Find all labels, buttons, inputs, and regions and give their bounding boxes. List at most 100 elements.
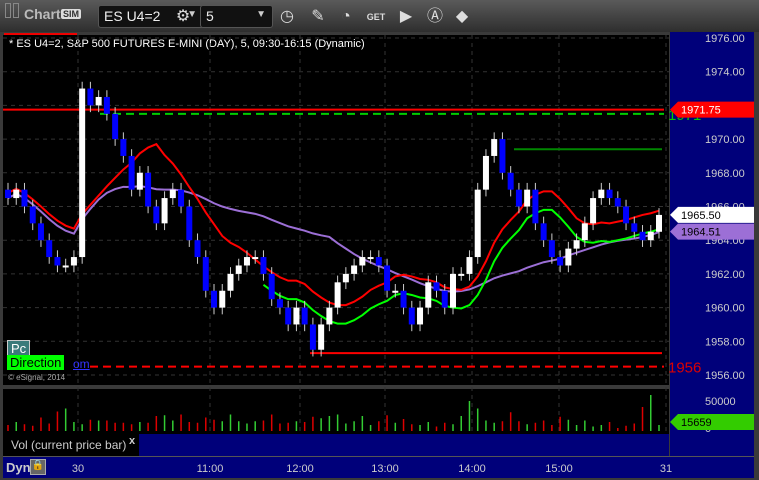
candle bbox=[145, 172, 152, 207]
candle bbox=[532, 189, 539, 224]
candle bbox=[400, 290, 407, 308]
candle bbox=[351, 265, 358, 274]
price-tag-volume: 15659 bbox=[681, 417, 712, 429]
candle bbox=[647, 231, 654, 241]
candle bbox=[276, 299, 283, 308]
candle bbox=[499, 139, 506, 173]
candle bbox=[417, 307, 424, 325]
candle bbox=[524, 189, 531, 207]
candle bbox=[334, 282, 341, 308]
candle bbox=[548, 240, 555, 258]
direction-button[interactable]: Direction bbox=[7, 355, 65, 370]
candle bbox=[95, 96, 102, 106]
y-tick-label: 1976.00 bbox=[705, 33, 745, 45]
candle bbox=[466, 257, 473, 274]
candle bbox=[392, 290, 399, 293]
candle bbox=[606, 189, 613, 199]
price-tag-ma: 1964.51 bbox=[681, 227, 721, 239]
price-tag-red: 1971.75 bbox=[681, 105, 721, 117]
candle bbox=[79, 88, 86, 258]
vol-tick-label: 50000 bbox=[705, 396, 736, 408]
candle bbox=[169, 189, 176, 199]
candle bbox=[656, 214, 662, 232]
candle bbox=[186, 206, 193, 241]
candle bbox=[227, 273, 234, 291]
candle bbox=[318, 324, 325, 350]
candle bbox=[301, 307, 308, 325]
candle bbox=[29, 206, 36, 224]
candle bbox=[153, 206, 160, 224]
candle bbox=[515, 189, 522, 207]
candle bbox=[37, 223, 44, 241]
candle bbox=[359, 257, 366, 266]
candle bbox=[326, 307, 333, 325]
candle bbox=[590, 198, 597, 224]
candle bbox=[565, 248, 572, 266]
candle bbox=[408, 307, 415, 325]
y-tick-label: 1956.00 bbox=[705, 370, 745, 382]
candle bbox=[491, 139, 498, 156]
candle bbox=[293, 307, 300, 325]
x-tick-label: 30 bbox=[72, 463, 84, 475]
candle bbox=[573, 240, 580, 249]
candle bbox=[70, 257, 77, 266]
candle bbox=[433, 282, 440, 291]
level-label-low: 1956 bbox=[668, 360, 701, 377]
candle bbox=[54, 257, 61, 266]
candle bbox=[103, 96, 110, 114]
candle bbox=[268, 273, 275, 300]
y-tick-label: 1974.00 bbox=[705, 67, 745, 79]
red-average-line bbox=[7, 142, 660, 307]
candle bbox=[219, 290, 226, 308]
candle bbox=[194, 240, 201, 258]
candle bbox=[13, 189, 20, 199]
candle bbox=[557, 257, 564, 266]
om-link[interactable]: om bbox=[73, 357, 90, 371]
candle bbox=[46, 240, 53, 258]
candle bbox=[540, 223, 547, 241]
green-average-line bbox=[262, 208, 660, 325]
candle bbox=[425, 282, 432, 308]
x-tick-label: 14:00 bbox=[458, 463, 486, 475]
x-tick-label: 11:00 bbox=[197, 463, 224, 475]
candle bbox=[211, 290, 218, 308]
candle bbox=[260, 257, 267, 274]
x-tick-label: 15:00 bbox=[545, 463, 573, 475]
price-tag-last: 1965.50 bbox=[681, 210, 721, 222]
candle bbox=[367, 257, 374, 260]
y-tick-label: 1958.00 bbox=[705, 336, 745, 348]
candle bbox=[252, 257, 259, 260]
chart-overlay: 1976.001974.001972.001970.001968.001966.… bbox=[3, 33, 754, 475]
y-tick-label: 1962.00 bbox=[705, 269, 745, 281]
candle bbox=[62, 265, 69, 268]
candle bbox=[161, 198, 168, 224]
x-tick-label: 12:00 bbox=[286, 463, 314, 475]
y-tick-label: 1970.00 bbox=[705, 134, 745, 146]
candle bbox=[623, 206, 630, 224]
candle bbox=[21, 189, 28, 207]
candle bbox=[285, 307, 292, 325]
candle bbox=[384, 265, 391, 291]
candle bbox=[449, 273, 456, 308]
candle bbox=[474, 189, 481, 258]
candle bbox=[87, 88, 94, 106]
moving-average-line bbox=[7, 185, 660, 293]
candle bbox=[458, 273, 465, 276]
candle bbox=[581, 223, 588, 241]
candle bbox=[507, 172, 514, 190]
candle bbox=[120, 139, 127, 156]
candle bbox=[128, 155, 135, 190]
y-tick-label: 1960.00 bbox=[705, 303, 745, 315]
candle bbox=[5, 189, 11, 199]
candle bbox=[178, 189, 185, 207]
y-tick-label: 1968.00 bbox=[705, 168, 745, 180]
candle bbox=[136, 172, 143, 190]
candle bbox=[235, 265, 242, 274]
candle bbox=[243, 257, 250, 266]
candle bbox=[375, 257, 382, 266]
candle bbox=[614, 198, 621, 207]
candle bbox=[202, 257, 209, 291]
candle bbox=[482, 155, 489, 190]
candle bbox=[342, 273, 349, 283]
candle bbox=[441, 290, 448, 308]
